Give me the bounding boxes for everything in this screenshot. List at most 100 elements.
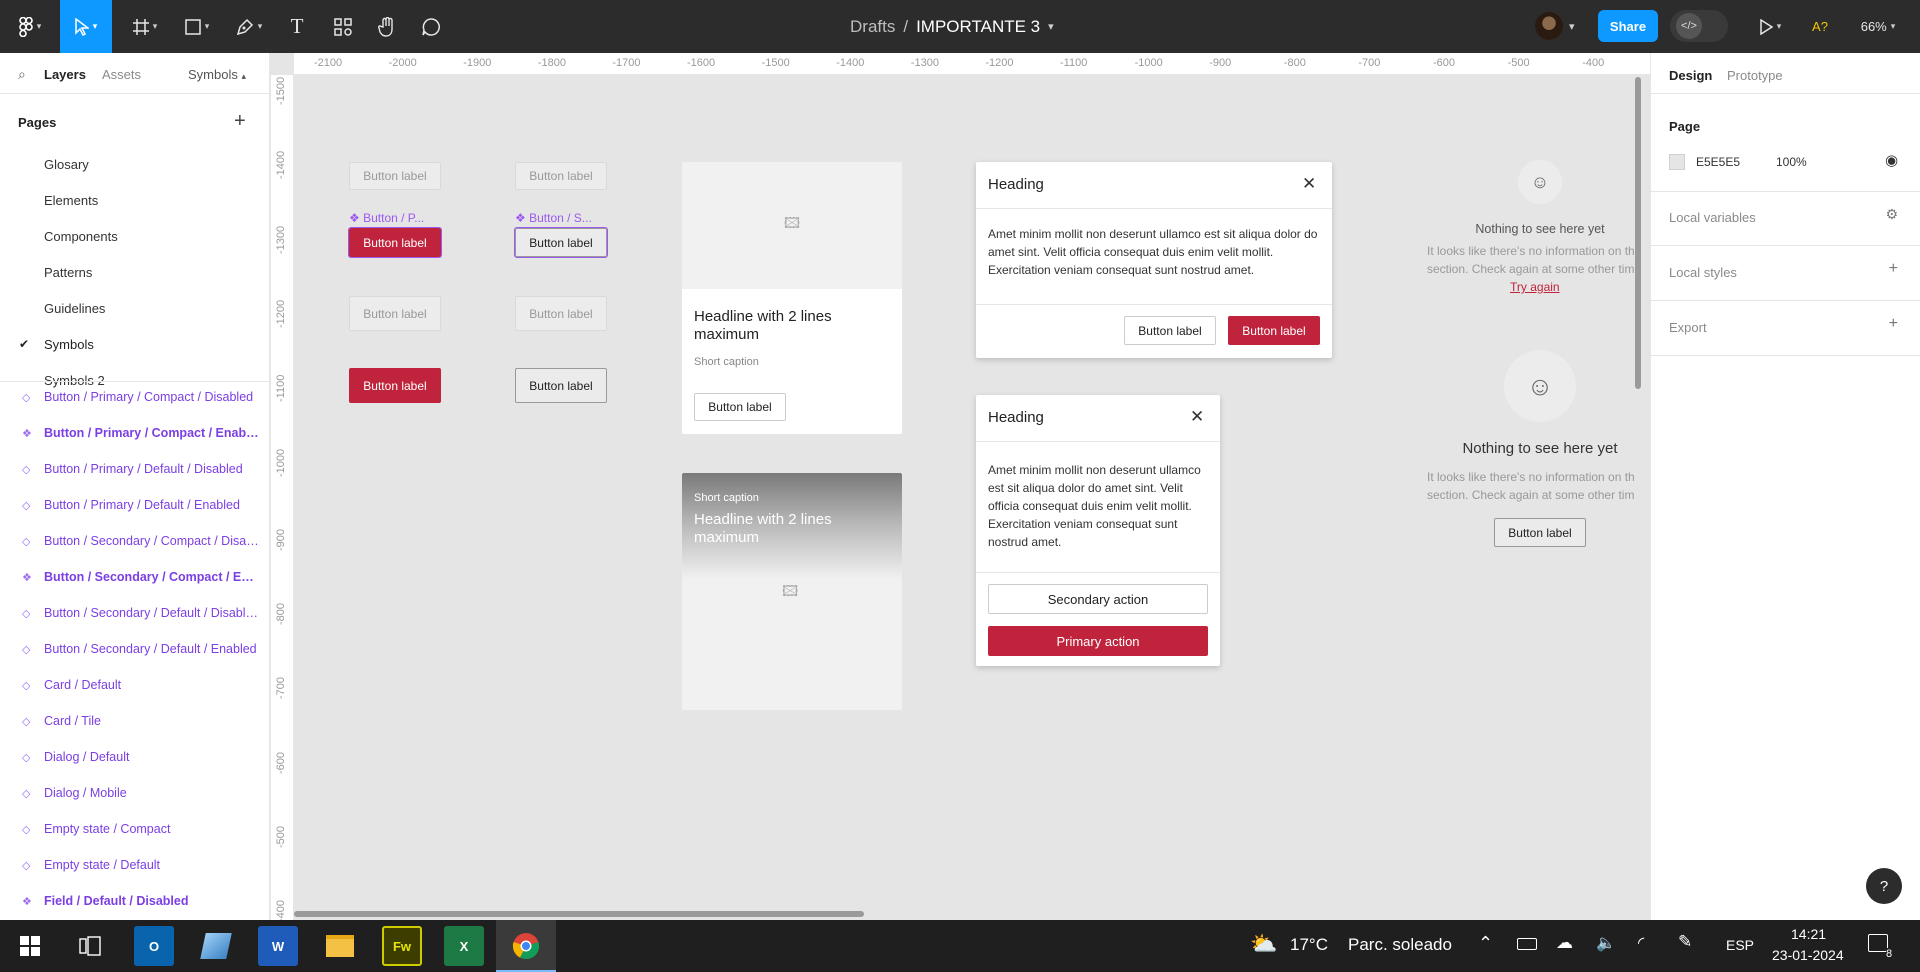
layer-item[interactable]: ◇ Button / Primary / Compact / Disabled xyxy=(22,379,262,415)
notifications-icon[interactable] xyxy=(1868,934,1888,952)
layer-item[interactable]: ❖ Field / Default / Disabled xyxy=(22,883,262,919)
horizontal-scrollbar[interactable] xyxy=(294,911,864,917)
layer-item[interactable]: ❖ Button / Primary / Compact / Enabled xyxy=(22,415,262,451)
layer-item[interactable]: ◇ Button / Secondary / Default / Disabled xyxy=(22,595,262,631)
layer-item[interactable]: ◇ Button / Primary / Default / Enabled xyxy=(22,487,262,523)
tab-assets[interactable]: Assets xyxy=(102,67,141,82)
chevron-up-icon[interactable]: ⌃ xyxy=(1478,933,1493,954)
add-export-button[interactable]: + xyxy=(1889,315,1898,333)
tab-prototype[interactable]: Prototype xyxy=(1727,68,1783,83)
add-page-button[interactable]: + xyxy=(234,110,246,133)
share-button[interactable]: Share xyxy=(1598,10,1658,42)
dialog-primary-action-button[interactable]: Primary action xyxy=(988,626,1208,656)
task-view-button[interactable] xyxy=(70,926,110,966)
chevron-down-icon[interactable]: ▾ xyxy=(1048,20,1054,33)
vertical-scrollbar[interactable] xyxy=(1635,77,1641,389)
dialog-secondary-button[interactable]: Button label xyxy=(1124,316,1216,345)
weather-icon[interactable]: ⛅ xyxy=(1250,931,1277,957)
weather-desc[interactable]: Parc. soleado xyxy=(1348,935,1452,955)
card-button[interactable]: Button label xyxy=(694,393,786,421)
chrome-app[interactable] xyxy=(496,920,556,972)
layer-item[interactable]: ◇ Dialog / Default xyxy=(22,739,262,775)
main-menu-button[interactable]: ▾ xyxy=(8,0,52,53)
resources-button[interactable] xyxy=(328,0,358,53)
layer-item[interactable]: ◇ Empty state / Default xyxy=(22,847,262,883)
layer-item[interactable]: ◇ Button / Primary / Default / Disabled xyxy=(22,451,262,487)
dialog-primary-button[interactable]: Button label xyxy=(1228,316,1320,345)
zoom-menu[interactable]: 66% ▾ xyxy=(1850,0,1906,53)
layer-item[interactable]: ◇ Card / Tile xyxy=(22,703,262,739)
text-tool-button[interactable]: T xyxy=(282,0,312,53)
button-primary-compact-enabled[interactable]: Button label xyxy=(348,227,442,258)
breadcrumb-drafts[interactable]: Drafts xyxy=(850,17,895,37)
missing-fonts-indicator[interactable]: A? xyxy=(1808,0,1832,53)
card-tile[interactable]: Short caption Headline with 2 lines maxi… xyxy=(682,473,902,710)
button-secondary-compact-enabled[interactable]: Button label xyxy=(514,227,608,258)
pen-icon[interactable]: ✎ xyxy=(1678,932,1692,952)
weather-temp[interactable]: 17°C xyxy=(1290,935,1328,955)
present-button[interactable]: ▾ xyxy=(1752,0,1788,53)
card-default[interactable]: 🖾 Headline with 2 lines maximum Short ca… xyxy=(682,162,902,434)
symbols-page-selector[interactable]: Symbols ▴ xyxy=(188,67,246,82)
page-opacity-value[interactable]: 100% xyxy=(1776,155,1807,169)
outlook-app[interactable]: O xyxy=(134,926,174,966)
fireworks-app[interactable]: Fw xyxy=(382,926,422,966)
language-indicator[interactable]: ESP xyxy=(1726,937,1754,953)
button-secondary-compact-disabled[interactable]: Button label xyxy=(515,162,607,190)
speaker-icon[interactable]: 🔈 xyxy=(1596,933,1616,953)
button-primary-compact-disabled[interactable]: Button label xyxy=(349,162,441,190)
file-name[interactable]: IMPORTANTE 3 xyxy=(916,17,1040,37)
layer-item[interactable]: ◇ Button / Secondary / Default / Enabled xyxy=(22,631,262,667)
page-color-value[interactable]: E5E5E5 xyxy=(1696,155,1740,169)
wifi-icon[interactable]: ◜ xyxy=(1638,933,1644,953)
clock-date[interactable]: 23-01-2024 xyxy=(1772,947,1844,963)
hand-tool-button[interactable] xyxy=(372,0,402,53)
try-again-link[interactable]: Try again xyxy=(1510,280,1560,294)
dev-mode-toggle[interactable]: </> xyxy=(1670,10,1728,42)
dialog-secondary-action-button[interactable]: Secondary action xyxy=(988,584,1208,614)
file-title: Drafts / IMPORTANTE 3 ▾ xyxy=(850,0,1054,53)
layer-item[interactable]: ❖ Button / Secondary / Compact / Enabled xyxy=(22,559,262,595)
sliders-icon[interactable]: ⚙ xyxy=(1885,206,1898,223)
search-icon[interactable]: ⌕ xyxy=(18,66,26,83)
page-item-glosary[interactable]: Glosary xyxy=(44,157,89,172)
canvas[interactable]: Button label ❖ Button / P... Button labe… xyxy=(294,75,1650,920)
notes-app[interactable] xyxy=(196,926,236,966)
page-item-elements[interactable]: Elements xyxy=(44,193,98,208)
page-item-guidelines[interactable]: Guidelines xyxy=(44,301,105,316)
button-primary-default-enabled[interactable]: Button label xyxy=(349,368,441,403)
tab-layers[interactable]: Layers xyxy=(44,67,86,82)
move-tool-button[interactable]: ▾ xyxy=(60,0,112,53)
page-item-components[interactable]: Components xyxy=(44,229,118,244)
close-icon[interactable]: ✕ xyxy=(1302,174,1316,194)
eye-icon[interactable]: ◉ xyxy=(1885,151,1898,169)
page-item-symbols[interactable]: Symbols xyxy=(44,337,94,352)
page-item-patterns[interactable]: Patterns xyxy=(44,265,92,280)
clock-time[interactable]: 14:21 xyxy=(1791,926,1826,942)
local-variables-label[interactable]: Local variables xyxy=(1669,210,1756,225)
layer-item[interactable]: ◇ Dialog / Mobile xyxy=(22,775,262,811)
shape-tool-button[interactable]: ▾ xyxy=(176,0,218,53)
file-explorer-app[interactable] xyxy=(320,926,360,966)
comment-tool-button[interactable] xyxy=(416,0,446,53)
page-color-swatch[interactable] xyxy=(1669,154,1685,170)
pen-tool-button[interactable]: ▾ xyxy=(228,0,270,53)
tab-design[interactable]: Design xyxy=(1669,68,1712,83)
empty-state-button[interactable]: Button label xyxy=(1494,518,1586,547)
excel-app[interactable]: X xyxy=(444,926,484,966)
button-secondary-default-disabled[interactable]: Button label xyxy=(515,296,607,331)
layer-item[interactable]: ◇ Empty state / Compact xyxy=(22,811,262,847)
user-menu[interactable]: ▾ xyxy=(1535,12,1581,40)
close-icon[interactable]: ✕ xyxy=(1190,407,1204,427)
help-button[interactable]: ? xyxy=(1866,868,1902,904)
battery-icon[interactable] xyxy=(1517,938,1537,950)
windows-start-button[interactable] xyxy=(10,926,50,966)
button-secondary-default-enabled[interactable]: Button label xyxy=(515,368,607,403)
layer-item[interactable]: ◇ Card / Default xyxy=(22,667,262,703)
add-style-button[interactable]: + xyxy=(1889,260,1898,278)
word-app[interactable]: W xyxy=(258,926,298,966)
button-primary-default-disabled[interactable]: Button label xyxy=(349,296,441,331)
layer-item[interactable]: ◇ Button / Secondary / Compact / Disabled xyxy=(22,523,262,559)
frame-tool-button[interactable]: ▾ xyxy=(124,0,166,53)
cloud-icon[interactable]: ☁ xyxy=(1556,933,1573,953)
